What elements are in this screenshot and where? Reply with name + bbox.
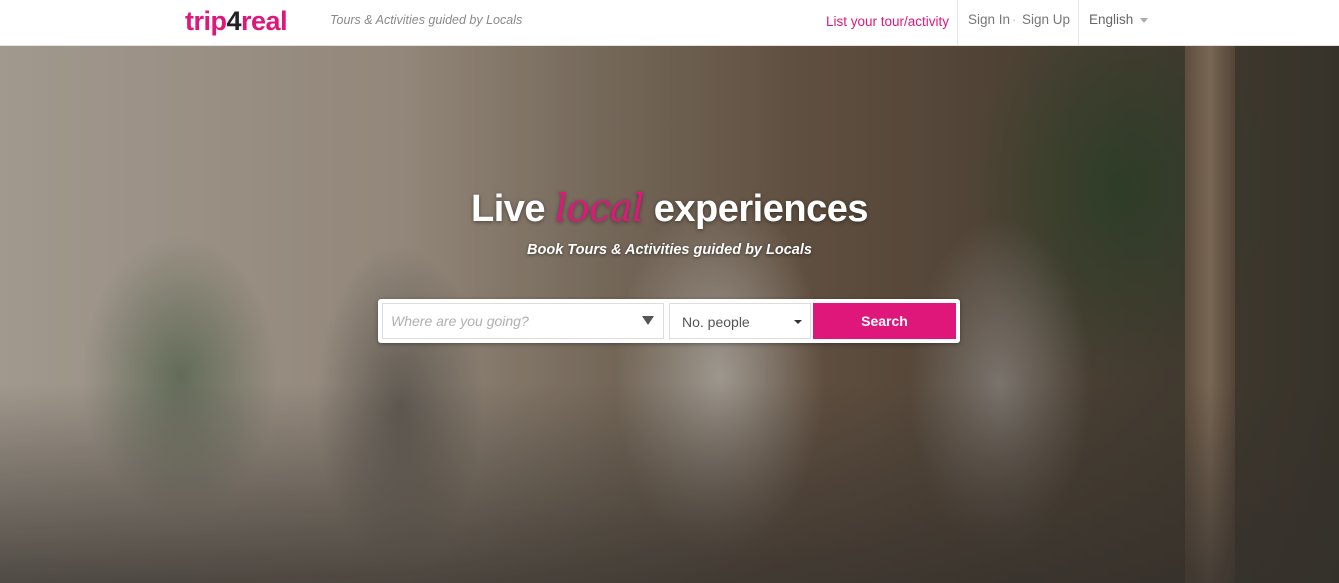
triangle-down-icon[interactable]	[642, 316, 654, 325]
headline-accent: local	[555, 186, 644, 230]
brand-logo[interactable]: trip4real	[185, 6, 288, 37]
headline-part: experiences	[653, 188, 869, 230]
caret-down-icon[interactable]	[1140, 18, 1148, 23]
tagline: Tours & Activities guided by Locals	[330, 13, 523, 27]
sign-up-link[interactable]: Sign Up	[1022, 12, 1070, 27]
logo-digit: 4	[226, 6, 242, 36]
search-button[interactable]: Search	[813, 303, 956, 339]
people-select-label: No. people	[682, 314, 750, 330]
caret-down-icon	[794, 320, 802, 324]
list-tour-link[interactable]: List your tour/activity	[826, 14, 949, 29]
search-form: No. people Search	[378, 299, 960, 343]
logo-suffix: real	[241, 6, 288, 36]
logo-prefix: trip	[185, 6, 227, 36]
hero-banner: Live local experiences Book Tours & Acti…	[0, 46, 1339, 583]
hero-headline: Live local experiences	[0, 186, 1339, 231]
divider	[1078, 0, 1079, 46]
top-header: trip4real Tours & Activities guided by L…	[0, 0, 1339, 46]
headline-part: Live	[470, 188, 546, 230]
separator-dot: ·	[1012, 12, 1017, 27]
people-select[interactable]: No. people	[669, 303, 811, 339]
hero-subheadline: Book Tours & Activities guided by Locals	[527, 242, 812, 258]
destination-field[interactable]	[382, 303, 664, 339]
sign-in-link[interactable]: Sign In	[968, 12, 1010, 27]
divider	[957, 0, 958, 46]
language-selector[interactable]: English	[1089, 12, 1133, 27]
destination-input[interactable]	[383, 304, 663, 338]
